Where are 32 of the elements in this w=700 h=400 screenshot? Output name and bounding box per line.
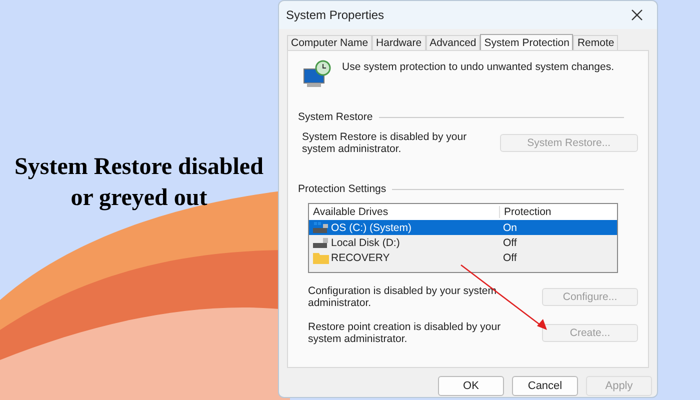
tab[interactable]: Computer Name xyxy=(287,35,372,50)
drive-row[interactable]: OS (C:) (System) On xyxy=(309,220,617,235)
drive-name: RECOVERY xyxy=(331,252,390,264)
message-text: System Restore is disabled by your system administrator. xyxy=(302,131,468,155)
protection-status: On xyxy=(502,222,518,234)
headline: or greyed out xyxy=(70,184,208,213)
drive-name: OS (C:) (System) xyxy=(331,222,412,234)
system-drive-icon xyxy=(313,222,329,234)
close-icon[interactable] xyxy=(631,9,643,21)
protection-status: Off xyxy=(502,252,518,264)
computer-clock-icon xyxy=(302,59,332,89)
column-header[interactable]: Protection xyxy=(499,206,617,218)
tab[interactable]: Hardware xyxy=(372,35,426,50)
message-text: Configuration is disabled by your system administrator. xyxy=(308,285,498,309)
headline: System Restore disabled xyxy=(14,153,264,182)
tab[interactable]: Advanced xyxy=(426,35,480,50)
protection-status: Off xyxy=(502,236,518,248)
drive-row[interactable]: Local Disk (D:) Off xyxy=(309,235,617,250)
tab[interactable]: System Protection xyxy=(480,34,574,50)
section-heading: Protection Settings xyxy=(298,183,386,195)
message-text: Restore point creation is disabled by your system administrator. xyxy=(308,321,502,345)
drive-name: Local Disk (D:) xyxy=(331,236,400,248)
description-text: Use system protection to undo unwanted system changes. xyxy=(342,61,614,73)
tab[interactable]: Remote xyxy=(573,35,618,50)
dialog-button[interactable]: OK xyxy=(438,376,504,396)
section-heading: System Restore xyxy=(298,111,373,123)
drive-icon xyxy=(313,236,329,248)
drive-row[interactable]: RECOVERY Off xyxy=(309,250,617,265)
dialog-button[interactable]: Cancel xyxy=(512,376,578,396)
column-header[interactable]: Available Drives xyxy=(309,206,499,218)
window-title: System Properties xyxy=(286,8,384,22)
folder-icon xyxy=(313,252,329,264)
